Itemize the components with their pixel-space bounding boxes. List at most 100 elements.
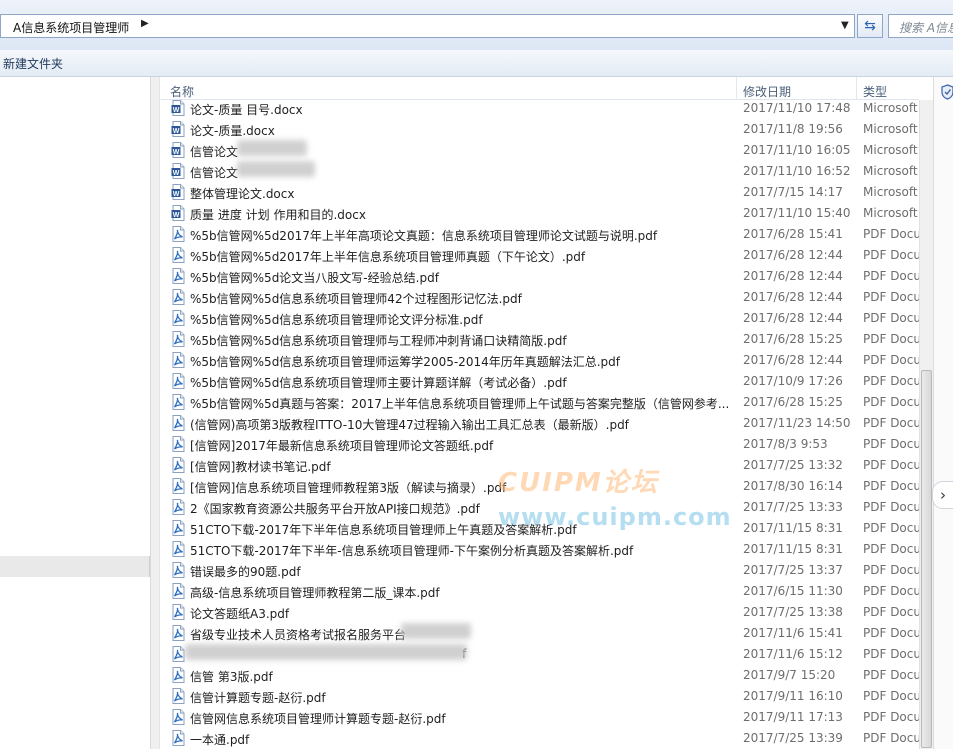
file-name[interactable]: %5b信管网%5d真题与答案：2017上半年信息系统项目管理师上午试题与答案完整… (190, 395, 729, 412)
svg-text:W: W (173, 212, 180, 219)
refresh-button[interactable]: ⇆ (857, 14, 883, 38)
word-document-icon: W (171, 163, 185, 179)
breadcrumb-arrow-icon[interactable]: ▶ (141, 18, 149, 29)
file-type: Microsoft (863, 101, 918, 115)
file-row[interactable]: %5b信管网%5d信息系统项目管理师42个过程图形记忆法.pdf 2017/6/2… (161, 287, 919, 308)
redaction-blur (401, 623, 471, 639)
file-name[interactable]: 信管网信息系统项目管理师计算题专题-赵衍.pdf (190, 710, 446, 727)
file-list[interactable]: 名称 修改日期 类型 W 论文-质量 目号.docx 2017/11/10 17:4… (161, 77, 919, 749)
pane-splitter[interactable] (150, 77, 160, 749)
file-name[interactable]: 51CTO下载-2017年下半年-信息系统项目管理师-下午案例分析真题及答案解析… (190, 542, 633, 559)
file-row[interactable]: [信管网]2017年最新信息系统项目管理师论文答题纸.pdf 2017/8/3 9… (161, 434, 919, 455)
column-divider[interactable] (856, 77, 857, 99)
file-row[interactable]: 一本通.pdf 2017/7/25 13:39 PDF Docu (161, 728, 919, 749)
pdf-document-icon (172, 373, 185, 389)
file-type: PDF Docu (863, 332, 919, 346)
file-row[interactable]: (信管网)高项第3版教程ITTO-10大管理47过程输入输出工具汇总表（最新版）… (161, 413, 919, 434)
file-name[interactable]: 省级专业技术人员资格考试报名服务平台 (190, 626, 406, 643)
file-name[interactable]: [信管网]教材读书笔记.pdf (190, 458, 331, 475)
vertical-scrollbar[interactable] (919, 100, 933, 749)
file-name[interactable]: 错误最多的90题.pdf (190, 563, 301, 580)
pdf-document-icon (172, 625, 185, 641)
navigation-pane[interactable] (0, 77, 150, 749)
file-name[interactable]: 2《国家教育资源公共服务平台开放API接口规范》.pdf (190, 500, 480, 517)
file-date: 2017/6/28 15:25 (743, 395, 843, 409)
file-name[interactable]: 质量 进度 计划 作用和目的.docx (190, 206, 366, 223)
file-name[interactable]: 论文-质量 目号.docx (190, 101, 303, 118)
file-name[interactable]: %5b信管网%5d信息系统项目管理师主要计算题详解（考试必备）.pdf (190, 374, 567, 391)
file-row[interactable]: W 质量 进度 计划 作用和目的.docx 2017/11/10 15:40 Micr… (161, 203, 919, 224)
file-name[interactable]: [信管网]信息系统项目管理师教程第3版（解读与摘录）.pdf (190, 479, 506, 496)
column-header: 名称 修改日期 类型 (161, 77, 919, 100)
file-type: PDF Docu (863, 626, 919, 640)
file-name[interactable]: %5b信管网%5d2017年上半年高项论文真题：信息系统项目管理师论文试题与说明… (190, 227, 657, 244)
file-name[interactable]: %5b信管网%5d信息系统项目管理师运筹学2005-2014年历年真题解法汇总.… (190, 353, 620, 370)
file-type: PDF Docu (863, 647, 919, 661)
file-name[interactable]: 高级-信息系统项目管理师教程第二版_课本.pdf (190, 584, 440, 601)
file-row[interactable]: %5b信管网%5d2017年上半年信息系统项目管理师真题（下午论文）.pdf 20… (161, 245, 919, 266)
file-name[interactable]: 信管论文 (190, 143, 238, 160)
file-row[interactable]: 高级-信息系统项目管理师教程第二版_课本.pdf 2017/6/15 11:30 P… (161, 581, 919, 602)
svg-text:W: W (173, 170, 180, 177)
file-row[interactable]: 51CTO下载-2017年下半年-信息系统项目管理师-下午案例分析真题及答案解析… (161, 539, 919, 560)
file-row[interactable]: %5b信管网%5d信息系统项目管理师主要计算题详解（考试必备）.pdf 2017/… (161, 371, 919, 392)
new-folder-button[interactable]: 新建文件夹 (3, 55, 63, 72)
word-document-icon: W (171, 121, 185, 137)
file-name[interactable]: %5b信管网%5d信息系统项目管理师42个过程图形记忆法.pdf (190, 290, 522, 307)
address-bar[interactable]: A信息系统项目管理师 ▶ ▼ (0, 14, 855, 38)
file-row[interactable]: 信管 第3版.pdf 2017/9/7 15:20 PDF Docu (161, 665, 919, 686)
file-type: PDF Docu (863, 311, 919, 325)
file-name[interactable]: %5b信管网%5d信息系统项目管理师论文评分标准.pdf (190, 311, 483, 328)
file-type: PDF Docu (863, 542, 919, 556)
file-name[interactable]: 信管 第3版.pdf (190, 668, 273, 685)
breadcrumb-folder[interactable]: A信息系统项目管理师 (13, 19, 129, 36)
file-row[interactable]: %5b信管网%5d信息系统项目管理师运筹学2005-2014年历年真题解法汇总.… (161, 350, 919, 371)
file-row[interactable]: %5b信管网%5d信息系统项目管理师论文评分标准.pdf 2017/6/28 12… (161, 308, 919, 329)
file-date: 2017/7/25 13:37 (743, 563, 843, 577)
search-input[interactable]: 搜索 A信息 (888, 14, 953, 38)
file-row[interactable]: %5b信管网%5d论文当八股文写-经验总结.pdf 2017/6/28 12:44… (161, 266, 919, 287)
file-name[interactable]: %5b信管网%5d2017年上半年信息系统项目管理师真题（下午论文）.pdf (190, 248, 585, 265)
file-row[interactable]: 信管网信息系统项目管理师计算题专题-赵衍.pdf 2017/9/11 17:13 P… (161, 707, 919, 728)
watermark-logo: CUIPM论坛 (498, 468, 659, 498)
expand-pane-button[interactable]: › (932, 481, 953, 509)
file-row[interactable]: W 论文-质量 目号.docx 2017/11/10 17:48 Microsoft (161, 98, 919, 119)
scrollbar-thumb[interactable] (921, 370, 932, 748)
file-name[interactable]: (信管网)高项第3版教程ITTO-10大管理47过程输入输出工具汇总表（最新版）… (190, 416, 629, 433)
file-date: 2017/6/28 12:44 (743, 269, 843, 283)
file-name[interactable]: %5b信管网%5d论文当八股文写-经验总结.pdf (190, 269, 439, 286)
file-name[interactable]: [信管网]2017年最新信息系统项目管理师论文答题纸.pdf (190, 437, 493, 454)
file-date: 2017/6/28 12:44 (743, 311, 843, 325)
file-date: 2017/11/6 15:41 (743, 626, 843, 640)
file-name[interactable]: 整体管理论文.docx (190, 185, 294, 202)
file-name[interactable]: 信管论文 (190, 164, 238, 181)
refresh-icon: ⇆ (864, 18, 876, 34)
pdf-document-icon (172, 499, 185, 515)
file-row[interactable]: %5b信管网%5d信息系统项目管理师与工程师冲刺背诵口诀精简版.pdf 2017/… (161, 329, 919, 350)
file-row[interactable]: 错误最多的90题.pdf 2017/7/25 13:37 PDF Docu (161, 560, 919, 581)
file-date: 2017/11/10 16:52 (743, 164, 851, 178)
file-type: PDF Docu (863, 710, 919, 724)
file-name[interactable]: 一本通.pdf (190, 731, 249, 748)
nav-selected-item[interactable] (0, 556, 150, 577)
file-row[interactable]: %5b信管网%5d真题与答案：2017上半年信息系统项目管理师上午试题与答案完整… (161, 392, 919, 413)
file-date: 2017/7/25 13:32 (743, 458, 843, 472)
pdf-document-icon (172, 247, 185, 263)
file-date: 2017/6/15 11:30 (743, 584, 843, 598)
column-divider[interactable] (736, 77, 737, 99)
file-name[interactable]: 信管计算题专题-赵衍.pdf (190, 689, 326, 706)
address-dropdown-icon[interactable]: ▼ (841, 20, 849, 31)
file-row[interactable]: W 整体管理论文.docx 2017/7/15 14:17 Microsoft (161, 182, 919, 203)
file-row[interactable]: 省级专业技术人员资格考试报名服务平台 2017/11/6 15:41 PDF Doc… (161, 623, 919, 644)
file-row[interactable]: 论文答题纸A3.pdf 2017/7/25 13:38 PDF Docu (161, 602, 919, 623)
redaction-blur (237, 140, 307, 156)
pdf-document-icon (172, 583, 185, 599)
file-name[interactable]: 论文答题纸A3.pdf (190, 605, 289, 622)
file-row[interactable]: %5b信管网%5d2017年上半年高项论文真题：信息系统项目管理师论文试题与说明… (161, 224, 919, 245)
file-name[interactable]: 论文-质量.docx (190, 122, 275, 139)
file-row[interactable]: 信管计算题专题-赵衍.pdf 2017/9/11 16:10 PDF Docu (161, 686, 919, 707)
file-row[interactable]: W 论文-质量.docx 2017/11/8 19:56 Microsoft (161, 119, 919, 140)
file-name[interactable]: %5b信管网%5d信息系统项目管理师与工程师冲刺背诵口诀精简版.pdf (190, 332, 567, 349)
watermark-url: www.cuipm.com (498, 503, 732, 531)
pdf-document-icon (172, 457, 185, 473)
